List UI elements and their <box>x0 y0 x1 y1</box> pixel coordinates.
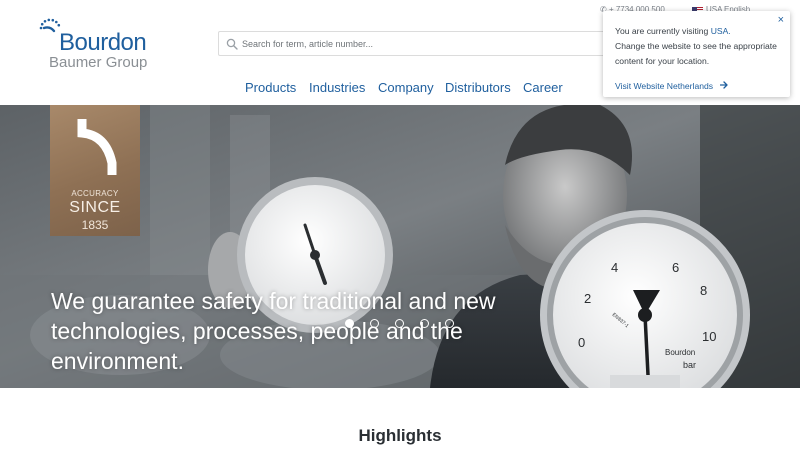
gauge-unit-label: bar <box>683 360 696 370</box>
slide-dot-4[interactable] <box>420 319 429 328</box>
slide-dot-3[interactable] <box>395 319 404 328</box>
nav-item-company[interactable]: Company <box>378 80 434 95</box>
popup-line1: You are currently visiting <box>615 26 709 36</box>
popup-country: USA. <box>710 26 731 36</box>
hero-headline: We guarantee safety for traditional and … <box>51 288 496 374</box>
svg-text:2: 2 <box>584 291 591 306</box>
badge-since: SINCE <box>69 199 121 216</box>
nav-item-industries[interactable]: Industries <box>309 80 365 95</box>
svg-text:10: 10 <box>702 329 716 344</box>
slide-dot-1[interactable] <box>345 319 354 328</box>
nav-item-distributors[interactable]: Distributors <box>445 80 511 95</box>
logo-wordmark: Bourdon <box>59 29 147 56</box>
svg-text:0: 0 <box>578 335 585 350</box>
badge-accuracy: ACCURACY <box>71 189 119 198</box>
nav-item-career[interactable]: Career <box>523 80 563 95</box>
accuracy-badge: ACCURACY SINCE 1835 <box>50 105 140 236</box>
slide-dot-5[interactable] <box>445 319 454 328</box>
popup-message: You are currently visiting USA. Change t… <box>615 24 780 69</box>
badge-year: 1835 <box>81 218 109 232</box>
popup-line2: Change the website to see the appropriat… <box>615 41 777 66</box>
location-popup: × You are currently visiting USA. Change… <box>603 11 790 97</box>
nav-item-products[interactable]: Products <box>245 80 296 95</box>
popup-link-label: Visit Website Netherlands <box>615 81 714 91</box>
bourdon-tube-icon <box>77 119 117 175</box>
svg-text:8: 8 <box>700 283 707 298</box>
svg-text:4: 4 <box>611 260 618 275</box>
section-title-highlights: Highlights <box>358 426 442 445</box>
slide-dot-2[interactable] <box>370 319 379 328</box>
arrow-right-icon <box>720 81 729 89</box>
visit-netherlands-link[interactable]: Visit Website Netherlands <box>615 81 729 91</box>
search-icon <box>226 38 238 50</box>
search-input[interactable] <box>242 34 602 53</box>
search-box[interactable] <box>218 31 608 56</box>
logo-group-name: Baumer Group <box>49 54 148 71</box>
svg-text:6: 6 <box>672 260 679 275</box>
bourdon-logo[interactable]: Bourdon Baumer Group <box>38 18 148 74</box>
gauge-brand-label: Bourdon <box>665 348 695 357</box>
